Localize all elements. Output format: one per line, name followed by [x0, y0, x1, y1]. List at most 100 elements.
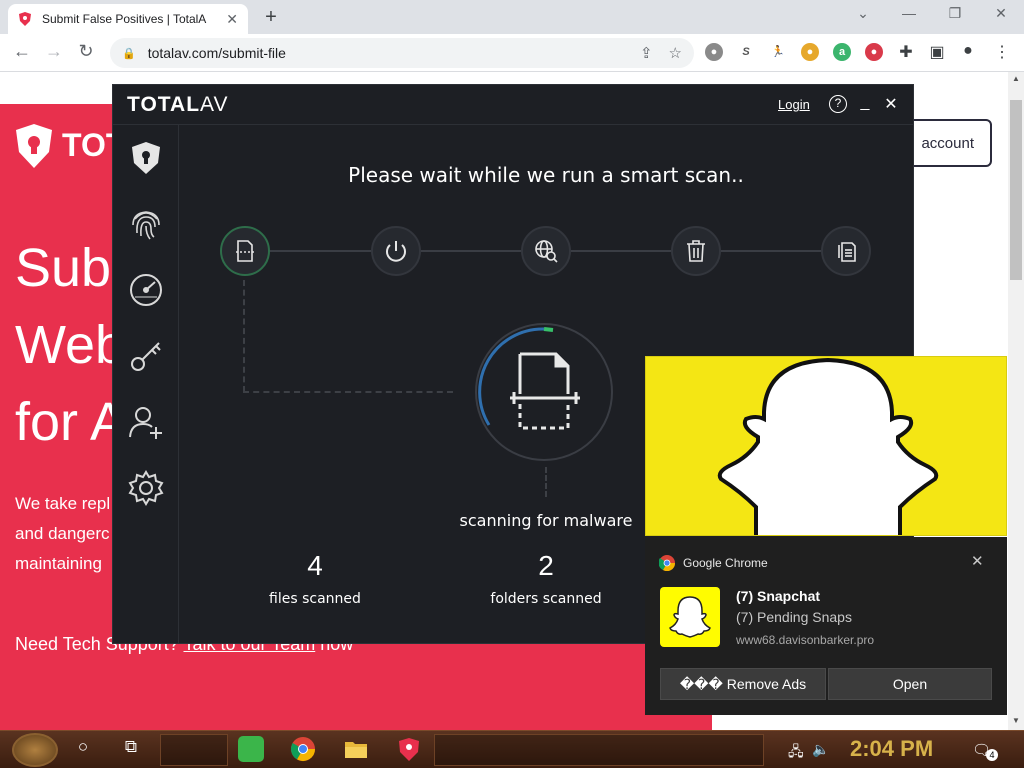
url-text: totalav.com/submit-file [147, 45, 286, 61]
notification-site: www68.davisonbarker.pro [736, 633, 875, 647]
scan-path-horizontal [243, 391, 453, 393]
notification-body: (7) Pending Snaps [736, 609, 852, 625]
totalav-logo-icon[interactable] [14, 124, 54, 168]
totalav-close-button[interactable]: ✕ [881, 94, 901, 114]
para-line-2: and dangerc [15, 524, 110, 543]
minimize-button[interactable]: — [898, 5, 920, 21]
scrollbar-thumb[interactable] [1010, 100, 1022, 280]
totalav-brand: TOTALAV [127, 93, 229, 117]
files-scanned-label: files scanned [269, 591, 361, 607]
notification-close-icon[interactable]: ✕ [971, 552, 984, 570]
tab-search-icon[interactable]: ⌄ [852, 5, 874, 22]
snapchat-app-icon [660, 587, 720, 647]
tab-title: Submit False Positives | TotalA [42, 12, 207, 26]
totalav-sidebar [113, 125, 179, 643]
key-icon[interactable] [127, 337, 165, 375]
remove-ads-button[interactable]: ��� Remove Ads [660, 668, 826, 700]
restore-button[interactable]: ❐ [944, 5, 966, 22]
start-button[interactable] [12, 733, 58, 767]
notification-header: Google Chrome [659, 555, 768, 571]
scan-path-vertical [243, 280, 245, 392]
trash-icon [687, 240, 705, 262]
brand-light: AV [200, 93, 229, 116]
brand-bold: TOTAL [127, 93, 201, 116]
shield-icon[interactable] [127, 139, 165, 177]
browser-toolbar: ← → ↻ 🔒 totalav.com/submit-file ⇪ ☆ ● S … [0, 34, 1024, 72]
settings-icon[interactable] [127, 469, 165, 507]
back-button[interactable]: ← [10, 41, 34, 62]
hero-line-3: for A [15, 392, 127, 452]
speedometer-icon[interactable] [127, 271, 165, 309]
extension-runner-icon[interactable]: 🏃 [769, 43, 787, 61]
scanner-stem [545, 467, 547, 497]
totalav-taskbar-icon[interactable] [396, 736, 422, 762]
chrome-icon [659, 555, 675, 571]
login-link[interactable]: Login [778, 97, 810, 112]
progress-connector [721, 250, 823, 252]
taskbar-slot [160, 734, 228, 766]
profile-avatar-icon[interactable]: ● [958, 42, 978, 60]
menu-kebab-icon[interactable]: ⋮ [992, 42, 1012, 62]
new-tab-button[interactable]: + [260, 6, 282, 29]
file-scan-icon [236, 240, 254, 262]
scan-heading: Please wait while we run a smart scan.. [348, 163, 744, 187]
search-circle-icon[interactable]: ○ [70, 737, 96, 757]
notification-title: (7) Snapchat [736, 588, 821, 604]
step-trash [671, 226, 721, 276]
document-scan-icon [510, 352, 580, 430]
scroll-down-arrow-icon[interactable]: ▼ [1009, 716, 1023, 725]
network-icon[interactable]: 🖧 [788, 741, 804, 765]
totalav-titlebar: TOTALAV Login ? _ ✕ [113, 85, 913, 125]
extensions-puzzle-icon[interactable]: ✚ [896, 42, 916, 62]
browser-tab-bar: Submit False Positives | TotalA ✕ + ⌄ — … [0, 0, 1024, 34]
progress-connector [571, 250, 673, 252]
totalav-minimize-button[interactable]: _ [855, 94, 875, 112]
taskbar-clock[interactable]: 2:04 PM [850, 736, 933, 762]
notification-source: Google Chrome [683, 556, 768, 570]
extension-leaf-icon[interactable]: a [833, 43, 851, 61]
file-explorer-icon[interactable] [343, 736, 369, 762]
chrome-notification[interactable]: Google Chrome ✕ (7) Snapchat (7) Pending… [645, 537, 1007, 715]
task-view-icon[interactable]: ⧉ [118, 737, 144, 757]
volume-muted-icon[interactable]: 🔈 [812, 741, 829, 758]
help-button[interactable]: ? [829, 95, 847, 113]
bookmark-star-icon[interactable]: ☆ [669, 44, 682, 62]
share-icon[interactable]: ⇪ [640, 44, 653, 62]
documents-icon [838, 242, 856, 262]
para-line-1: We take repl [15, 494, 111, 513]
reload-button[interactable]: ↻ [74, 41, 98, 62]
tab-close-icon[interactable]: ✕ [226, 11, 238, 28]
extension-globe-icon[interactable]: ● [705, 43, 723, 61]
hero-line-2: Web [15, 315, 126, 375]
progress-connector [268, 250, 373, 252]
scanner-ring [475, 323, 613, 461]
add-user-icon[interactable] [127, 403, 165, 441]
side-panel-icon[interactable]: ▣ [927, 42, 947, 62]
lock-icon[interactable]: 🔒 [122, 47, 136, 60]
notes-app-icon[interactable] [238, 736, 264, 762]
open-button[interactable]: Open [828, 668, 992, 700]
snapchat-ghost-icon [669, 596, 711, 638]
browser-tab[interactable]: Submit False Positives | TotalA ✕ [8, 4, 248, 34]
step-documents [821, 226, 871, 276]
notification-count-badge: 4 [986, 749, 998, 761]
scroll-up-arrow-icon[interactable]: ▲ [1009, 74, 1023, 83]
chrome-taskbar-icon[interactable] [290, 736, 316, 762]
files-scanned-count: 4 [307, 550, 323, 581]
folders-scanned-label: folders scanned [490, 591, 602, 607]
totalav-favicon-icon [19, 12, 31, 26]
power-icon [386, 241, 406, 262]
forward-button[interactable]: → [42, 41, 66, 62]
taskbar: ○ ⧉ 🖧 🔈 2:04 PM 🗨 4 [0, 730, 1024, 768]
fingerprint-icon[interactable] [127, 205, 165, 243]
progress-connector [421, 250, 523, 252]
close-window-button[interactable]: ✕ [990, 5, 1012, 22]
address-bar[interactable]: 🔒 totalav.com/submit-file ⇪ ☆ [110, 38, 694, 68]
step-file-scan [220, 226, 270, 276]
extension-color-icon[interactable]: ● [801, 43, 819, 61]
extension-s-icon[interactable]: S [737, 43, 755, 61]
snapchat-notification-image[interactable] [645, 356, 1007, 536]
extension-search-icon[interactable]: ● [865, 43, 883, 61]
snapchat-ghost-icon [717, 357, 939, 535]
step-power [371, 226, 421, 276]
